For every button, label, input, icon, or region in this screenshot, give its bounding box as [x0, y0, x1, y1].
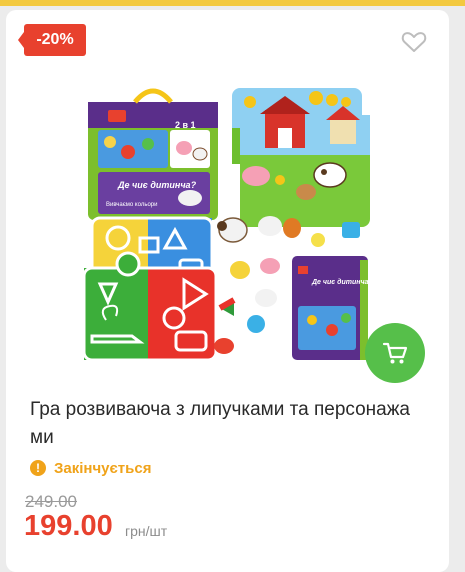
- current-price: 199.00: [24, 510, 113, 542]
- product-title[interactable]: Гра розвиваюча з липучками та персонажа …: [30, 396, 430, 452]
- box-subtitle: Вивчаємо кольори: [106, 202, 157, 208]
- cart-icon: [382, 342, 408, 364]
- top-accent-strip: [0, 0, 465, 6]
- old-price: 249.00: [25, 492, 77, 511]
- stock-status-label: Закінчується: [54, 459, 152, 477]
- stock-status: ! Закінчується: [30, 457, 151, 479]
- wishlist-button[interactable]: [400, 30, 428, 54]
- discount-badge: -20%: [18, 24, 86, 56]
- box-label-2in1: 2 в 1: [175, 120, 196, 130]
- add-to-cart-button[interactable]: [365, 323, 425, 383]
- box-title: Де чиє дитинча?: [117, 180, 197, 190]
- exclamation-icon: !: [30, 460, 46, 476]
- product-image[interactable]: 2 в 1 Де чиє дитинча? Вивчаємо кольори Д…: [80, 80, 370, 370]
- price-unit: грн/шт: [125, 523, 168, 539]
- small-box-title: Де чиє дитинча?: [311, 278, 370, 286]
- heart-outline-icon: [401, 32, 427, 52]
